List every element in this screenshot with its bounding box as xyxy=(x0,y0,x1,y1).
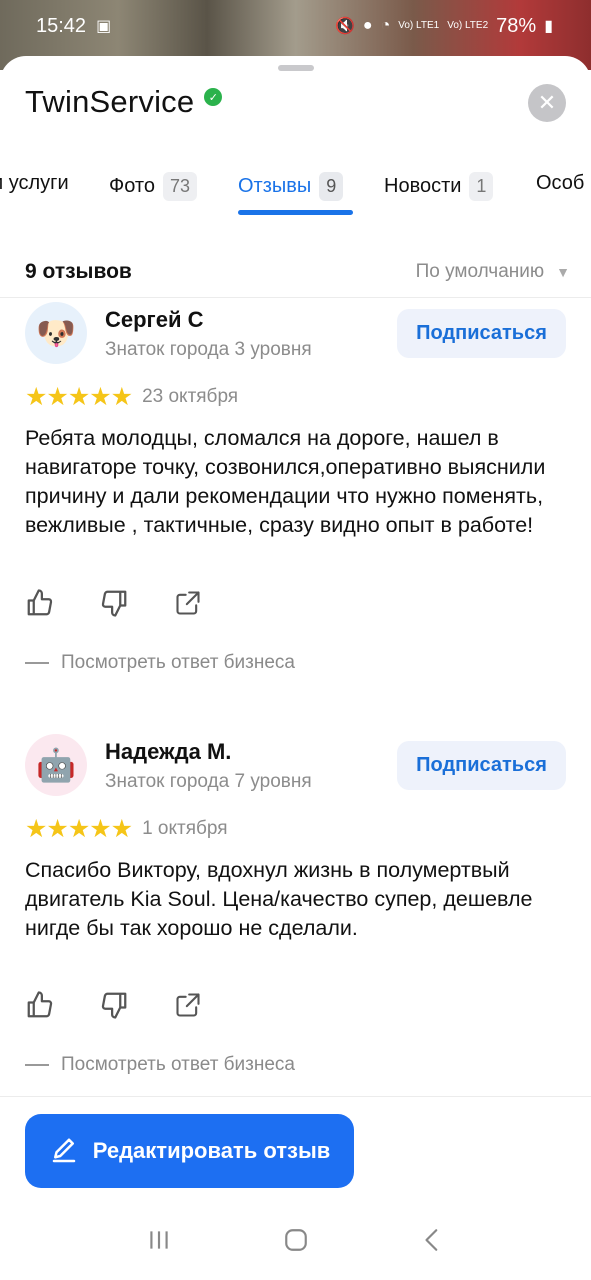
dislike-icon[interactable] xyxy=(99,990,129,1020)
system-navigation-bar xyxy=(0,1200,591,1280)
review-actions xyxy=(25,588,203,618)
share-icon[interactable] xyxy=(173,588,203,618)
sheet-grabber[interactable] xyxy=(278,65,314,71)
tabs-bar: и услуги Фото 73 Отзывы 9 Новости 1 Особ xyxy=(0,164,591,216)
dash-icon xyxy=(25,662,49,664)
tab-label: Особ xyxy=(536,172,585,194)
view-business-reply[interactable]: Посмотреть ответ бизнеса xyxy=(25,1054,295,1076)
edit-review-label: Редактировать отзыв xyxy=(92,1138,331,1163)
edit-review-button[interactable]: Редактировать отзыв xyxy=(25,1114,354,1188)
review-rating-row: ★★★★★ 23 октября xyxy=(25,382,238,412)
divider xyxy=(0,1096,591,1097)
review-author-level: Знаток города 7 уровня xyxy=(105,771,312,792)
status-time: 15:42 xyxy=(36,14,87,37)
dash-icon xyxy=(25,1064,49,1066)
business-reply-label: Посмотреть ответ бизнеса xyxy=(61,1054,296,1075)
battery-level: 78% xyxy=(496,14,537,37)
review-actions xyxy=(25,990,203,1020)
sort-dropdown[interactable]: По умолчанию ▼ xyxy=(416,261,570,283)
business-title: TwinService xyxy=(25,84,195,119)
recent-apps-icon[interactable] xyxy=(139,1220,179,1260)
robot-avatar-icon[interactable]: 🤖 xyxy=(25,734,87,796)
review-author[interactable]: Надежда М. xyxy=(105,739,231,765)
header: TwinService ✓ xyxy=(25,84,223,120)
chevron-down-icon: ▼ xyxy=(556,264,570,280)
wifi-icon: ◔ xyxy=(380,17,391,34)
star-rating: ★★★★★ xyxy=(25,383,133,411)
signal1-label: Vo) LTE1 xyxy=(398,20,440,31)
review-author-level: Знаток города 3 уровня xyxy=(105,339,312,360)
sort-label: По умолчанию xyxy=(415,261,545,282)
like-icon[interactable] xyxy=(25,990,55,1020)
dislike-icon[interactable] xyxy=(99,588,129,618)
tab-label: Фото xyxy=(109,175,155,197)
back-icon[interactable] xyxy=(413,1220,453,1260)
review-text: Ребята молодцы, сломался на дороге, наше… xyxy=(25,426,546,537)
home-icon[interactable] xyxy=(276,1220,316,1260)
review-rating-row: ★★★★★ 1 октября xyxy=(25,814,228,844)
battery-icon: ▮ xyxy=(544,18,553,35)
view-business-reply[interactable]: Посмотреть ответ бизнеса xyxy=(25,652,295,674)
like-icon[interactable] xyxy=(25,588,55,618)
close-icon: ✕ xyxy=(537,90,557,115)
tab-news[interactable]: Новости 1 xyxy=(384,172,494,201)
share-icon[interactable] xyxy=(173,990,203,1020)
subscribe-button[interactable]: Подписаться xyxy=(397,741,566,790)
tab-features[interactable]: Особ xyxy=(536,172,584,195)
reviews-header: 9 отзывов По умолчанию ▼ xyxy=(25,260,570,284)
review-text: Спасибо Виктору, вдохнул жизнь в полумер… xyxy=(25,858,533,940)
tab-reviews[interactable]: Отзывы 9 xyxy=(238,172,344,201)
bottom-sheet: TwinService ✓ ✕ и услуги Фото 73 Отзывы … xyxy=(0,56,591,1280)
location-icon: ● xyxy=(362,17,373,34)
pencil-icon xyxy=(52,1138,75,1163)
divider xyxy=(0,297,591,298)
signal2-label: Vo) LTE2 xyxy=(447,20,489,31)
review-date: 23 октября xyxy=(142,386,239,407)
close-button[interactable]: ✕ xyxy=(528,84,566,122)
business-reply-label: Посмотреть ответ бизнеса xyxy=(61,652,296,673)
dog-avatar-icon[interactable]: 🐶 xyxy=(25,302,87,364)
reviews-count: 9 отзывов xyxy=(25,260,132,283)
tab-services[interactable]: и услуги xyxy=(0,172,69,195)
verified-icon: ✓ xyxy=(204,88,223,106)
star-rating: ★★★★★ xyxy=(25,815,133,843)
tab-label: и услуги xyxy=(0,172,69,194)
tab-count: 73 xyxy=(162,172,197,201)
subscribe-button[interactable]: Подписаться xyxy=(397,309,566,358)
mute-icon: 🔇 xyxy=(334,18,355,35)
tab-count: 1 xyxy=(469,172,494,201)
tab-label: Новости xyxy=(384,175,462,197)
review-author[interactable]: Сергей С xyxy=(105,307,203,333)
tab-count: 9 xyxy=(319,172,344,201)
tab-label: Отзывы xyxy=(238,175,312,197)
review-date: 1 октября xyxy=(142,818,228,839)
gallery-icon: ▣ xyxy=(96,18,112,35)
status-bar: 15:42 ▣ 🔇 ● ◔ Vo) LTE1 Vo) LTE2 78% ▮ xyxy=(0,0,591,52)
tab-photos[interactable]: Фото 73 xyxy=(109,172,197,201)
active-tab-indicator xyxy=(238,210,353,215)
